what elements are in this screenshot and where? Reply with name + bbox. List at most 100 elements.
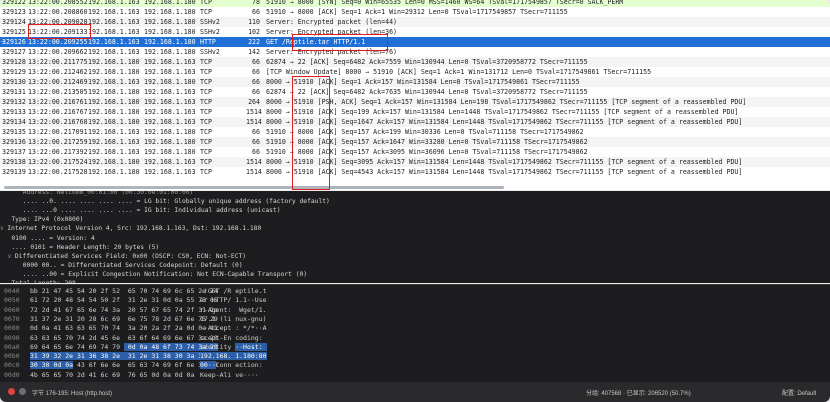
- packet-row[interactable]: 329128 13:22:00.211775 192.168.1.180 192.16…: [0, 57, 830, 67]
- detail-tree-item[interactable]: ∨ Internet Protocol Version 4, Src: 192.…: [0, 224, 261, 233]
- detail-tree-item[interactable]: 0000 00.. = Differentiated Services Code…: [0, 261, 243, 270]
- bytes-highlight: 31 39 32 2e 31 36 38 2e 31 2e 31 38 30 3…: [30, 352, 218, 361]
- bytes-row[interactable]: 00a0 69 64 65 6e 74 69 74 79 0d 0a 48 6f …: [0, 342, 830, 352]
- detail-tree-item[interactable]: Total Length: 208: [0, 279, 75, 283]
- packet-row[interactable]: 329129 13:22:00.212462 192.168.1.180 192.16…: [0, 67, 830, 77]
- packet-info: 8000 → 51910 [ACK] Seq=3095 Ack=157 Win=…: [266, 158, 743, 166]
- packet-proto: TCP: [200, 68, 212, 76]
- packet-src: 192.168.1.180: [88, 98, 140, 106]
- packet-row[interactable]: 329123 13:22:00.208860 192.168.1.163 192.16…: [0, 7, 830, 17]
- bytes-row[interactable]: 00d0 4b 65 65 70 2d 41 6c 69 76 65 0d 0a …: [0, 371, 830, 380]
- packet-len: 66: [252, 78, 260, 86]
- packet-src: 192.168.1.163: [88, 128, 140, 136]
- packet-row[interactable]: 329131 13:22:00.213505 192.168.1.180 192.16…: [0, 87, 830, 97]
- detail-tree-item[interactable]: 0100 .... = Version: 4: [0, 234, 94, 243]
- bytes-row[interactable]: 0040 bb 21 47 45 54 20 2f 52 65 70 74 69 …: [0, 287, 830, 296]
- packet-bytes-pane[interactable]: 0040 bb 21 47 45 54 20 2f 52 65 70 74 69 …: [0, 284, 830, 383]
- bytes-row[interactable]: 0090 63 63 65 70 74 2d 45 6e 63 6f 64 69 …: [0, 334, 830, 343]
- detail-tree-item[interactable]: .... ...0 .... .... .... .... = IG bit: …: [0, 206, 281, 215]
- bytes-row[interactable]: 00c0 30 30 0d 0a 43 6f 6e 6e 65 63 74 69 …: [0, 361, 830, 370]
- packet-len: 1514: [246, 158, 262, 166]
- packet-dst: 192.168.1.180: [144, 0, 196, 6]
- packet-row[interactable]: 329137 13:22:00.217392 192.168.1.163 192.16…: [0, 147, 830, 157]
- packet-row[interactable]: 329134 13:22:00.216768 192.168.1.180 192.16…: [0, 117, 830, 127]
- packet-row[interactable]: 329133 13:22:00.216767 192.168.1.180 192.16…: [0, 107, 830, 117]
- packet-info: 8000 → 51910 [PSH, ACK] Seq=1 Ack=157 Wi…: [266, 98, 747, 106]
- packet-proto: TCP: [200, 0, 212, 6]
- packet-row[interactable]: 329135 13:22:00.217091 192.168.1.163 192.16…: [0, 127, 830, 137]
- packet-no: 329125: [2, 28, 26, 36]
- packet-dst: 192.168.1.163: [144, 168, 196, 176]
- bytes-row[interactable]: 0050 61 72 20 48 54 54 50 2f 31 2e 31 0d …: [0, 296, 830, 305]
- expert-info-icon[interactable]: [8, 388, 15, 395]
- status-profile[interactable]: 配置: Default: [782, 388, 816, 397]
- packet-src: 192.168.1.180: [88, 168, 140, 176]
- packet-proto: TCP: [200, 8, 212, 16]
- detail-text: Differentiated Services Field: 0x00 (DSC…: [14, 252, 247, 260]
- packet-time: 13:22:00.216767: [28, 108, 88, 116]
- packet-row[interactable]: 329125 13:22:00.209133 192.168.1.163 192.16…: [0, 27, 830, 37]
- bytes-offset: 00d0: [4, 370, 20, 379]
- bytes-row[interactable]: 0060 72 2d 41 67 65 6e 74 3a 20 57 67 65 …: [0, 306, 830, 315]
- packet-len: 110: [248, 18, 260, 26]
- packet-proto: HTTP: [200, 38, 216, 46]
- packet-time: 13:22:00.217528: [28, 168, 88, 176]
- packet-info: 51910 → 8000 [SYN] Seq=0 Win=65535 Len=0…: [266, 0, 624, 6]
- packet-row[interactable]: 329126 13:22:00.209255 192.168.1.163 192.16…: [0, 37, 830, 47]
- packet-no: 329123: [2, 8, 26, 16]
- packet-row[interactable]: 329127 13:22:00.209662 192.168.1.163 192.16…: [0, 47, 830, 57]
- bytes-ascii: identity ··Host:: [200, 342, 267, 352]
- packet-no: 329137: [2, 148, 26, 156]
- packet-no: 329127: [2, 48, 26, 56]
- detail-tree-item[interactable]: .... ..00 = Explicit Congestion Notifica…: [0, 270, 307, 279]
- packet-proto: SSHv2: [200, 28, 220, 36]
- detail-tree-item[interactable]: .... 0101 = Header Length: 20 bytes (5): [0, 243, 159, 252]
- packet-row[interactable]: 329124 13:22:00.209028 192.168.1.163 192.16…: [0, 17, 830, 27]
- packet-no: 329135: [2, 128, 26, 136]
- bytes-highlight: ··Host:: [235, 342, 267, 351]
- bytes-row[interactable]: 0070 31 37 2e 31 20 28 6c 69 6e 75 78 2d …: [0, 315, 830, 324]
- bytes-row[interactable]: 00b0 31 39 32 2e 31 36 38 2e 31 2e 31 38 …: [0, 352, 830, 361]
- packet-info: Server: Encrypted packet (len=44): [266, 18, 398, 26]
- bytes-hex: 63 63 65 70 74 2d 45 6e 63 6f 64 69 6e 6…: [30, 333, 218, 342]
- packet-row[interactable]: 329138 13:22:00.217524 192.168.1.180 192.16…: [0, 157, 830, 167]
- bytes-offset: 00b0: [4, 352, 20, 361]
- packet-dst: 192.168.1.180: [144, 38, 196, 46]
- packet-row[interactable]: 329136 13:22:00.217259 192.168.1.163 192.16…: [0, 137, 830, 147]
- packet-src: 192.168.1.163: [88, 148, 140, 156]
- packet-row[interactable]: 329139 13:22:00.217528 192.168.1.180 192.16…: [0, 167, 830, 177]
- packet-row[interactable]: 329130 13:22:00.212469 192.168.1.163 192.16…: [0, 77, 830, 87]
- bytes-ascii: 192.168. 1.180:80: [200, 352, 267, 361]
- packet-detail-tree[interactable]: Address: Netcomm_00:01:00 (00:30:0e:01:0…: [0, 191, 830, 283]
- packet-dst: 192.168.1.163: [144, 118, 196, 126]
- packet-src: 192.168.1.163: [88, 48, 140, 56]
- packet-src: 192.168.1.180: [88, 58, 140, 66]
- packet-row[interactable]: 329122 13:22:00.208552 192.168.1.163 192.16…: [0, 0, 830, 7]
- status-field-info: 字节 176-195: Host (http.host): [32, 391, 113, 397]
- packet-src: 192.168.1.180: [88, 158, 140, 166]
- expand-chevron-icon[interactable]: ∨: [8, 253, 15, 260]
- packet-time: 13:22:00.208860: [28, 8, 88, 16]
- packet-info: 51910 → 8000 [ACK] Seq=157 Ack=1647 Win=…: [266, 138, 588, 146]
- packet-dst: 192.168.1.180: [144, 148, 196, 156]
- bytes-hex: 30 30 0d 0a 43 6f 6e 6e 65 63 74 69 6f 6…: [30, 361, 218, 370]
- packet-len: 142: [248, 48, 260, 56]
- packet-time: 13:22:00.217524: [28, 158, 88, 166]
- packet-list[interactable]: 329122 13:22:00.208552 192.168.1.163 192.16…: [0, 0, 830, 190]
- detail-tree-item[interactable]: .... ..0. .... .... .... .... = LG bit: …: [0, 197, 330, 206]
- bytes-offset: 00a0: [4, 342, 20, 351]
- detail-tree-item[interactable]: Type: IPv4 (0x0800): [0, 215, 83, 224]
- horizontal-scrollbar[interactable]: [4, 186, 504, 189]
- packet-no: 329126: [2, 38, 26, 46]
- capture-comment-icon[interactable]: [19, 388, 26, 395]
- packet-no: 329129: [2, 68, 26, 76]
- packet-row[interactable]: 329132 13:22:00.216761 192.168.1.180 192.16…: [0, 97, 830, 107]
- bytes-row[interactable]: 0080 0d 0a 41 63 63 65 70 74 3a 20 2a 2f …: [0, 324, 830, 333]
- detail-text: Address: Netcomm_00:01:00 (00:30:0e:01:0…: [22, 191, 194, 196]
- detail-tree-item[interactable]: ∨ Differentiated Services Field: 0x00 (D…: [0, 252, 247, 261]
- packet-time: 13:22:00.209255: [28, 38, 88, 46]
- packet-dst: 192.168.1.180: [144, 78, 196, 86]
